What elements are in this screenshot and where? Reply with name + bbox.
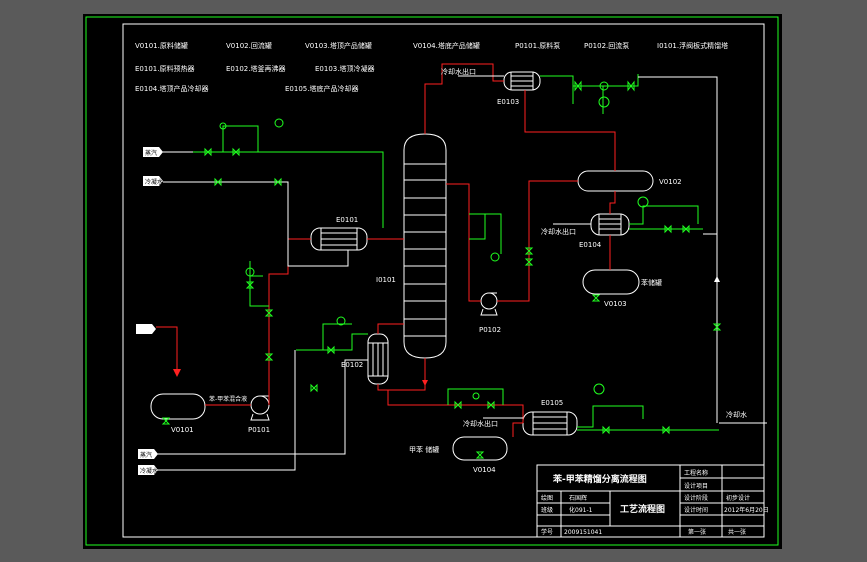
sheet-total: 共一张 bbox=[728, 528, 746, 536]
utility-tags: 蒸汽 冷凝水 蒸汽 冷凝水 bbox=[136, 147, 163, 475]
v0101-tank bbox=[150, 393, 206, 420]
outer-frame bbox=[85, 16, 779, 546]
legend-v0101: V0101.原料储罐 bbox=[135, 41, 188, 50]
legend-v0102: V0102.回流罐 bbox=[226, 41, 272, 50]
equipment-legend: V0101.原料储罐 V0102.回流罐 V0103.塔顶产品储罐 V0104.… bbox=[135, 41, 728, 93]
sheet-no: 第一张 bbox=[688, 528, 706, 536]
cw-up-arrow bbox=[714, 276, 720, 282]
e0105-cooler bbox=[522, 411, 578, 436]
label-p0102: P0102 bbox=[479, 326, 501, 334]
e0104-cooler bbox=[590, 213, 630, 236]
label-date: 设计时间 bbox=[684, 506, 708, 514]
v0102-reflux-drum bbox=[577, 170, 654, 192]
class: 化091-1 bbox=[569, 506, 593, 514]
label-drawn: 绘图 bbox=[541, 494, 553, 502]
label-feed: 苯-甲苯混合液 bbox=[209, 395, 247, 403]
label-v0103: V0103 bbox=[604, 300, 627, 308]
label-e0101: E0101 bbox=[336, 216, 358, 224]
legend-p0101: P0101.原料泵 bbox=[515, 41, 560, 50]
legend-e0102: E0102.塔釜再沸器 bbox=[226, 64, 285, 73]
label-p0101: P0101 bbox=[248, 426, 270, 434]
legend-e0105: E0105.塔底产品冷却器 bbox=[285, 84, 358, 93]
legend-i0101: I0101.浮阀板式精馏塔 bbox=[657, 41, 728, 50]
cond-tag-2-text: 冷凝水 bbox=[140, 467, 158, 475]
date: 2012年6月20日 bbox=[724, 506, 769, 514]
v0104-tank bbox=[452, 436, 508, 461]
steam-tag-2-text: 蒸汽 bbox=[140, 451, 152, 459]
process-flow-diagram: V0101.原料储罐 V0102.回流罐 V0103.塔顶产品储罐 V0104.… bbox=[85, 16, 779, 546]
legend-p0102: P0102.回流泵 bbox=[584, 41, 629, 50]
inner-frame bbox=[122, 23, 765, 538]
column-i0101 bbox=[403, 133, 447, 359]
steam-tag-1-text: 蒸汽 bbox=[145, 149, 157, 157]
drawing-title: 苯-甲苯精馏分离流程图 bbox=[552, 473, 647, 485]
utility-white-lines bbox=[143, 75, 767, 471]
label-v0103-product: 苯储罐 bbox=[641, 278, 662, 287]
label-v0104: V0104 bbox=[473, 466, 496, 474]
utility-lines bbox=[193, 74, 719, 431]
label-e0103: E0103 bbox=[497, 98, 519, 106]
legend-v0104: V0104.塔底产品储罐 bbox=[413, 41, 480, 50]
cw-outlet-1: 冷却水出口 bbox=[441, 67, 476, 76]
drawing-sheet: V0101.原料储罐 V0102.回流罐 V0103.塔顶产品储罐 V0104.… bbox=[83, 14, 782, 549]
cw-inlet: 冷却水 bbox=[726, 410, 747, 419]
label-id: 学号 bbox=[541, 528, 553, 536]
stage: 初步设计 bbox=[726, 494, 750, 502]
student-id: 2009151041 bbox=[564, 529, 602, 536]
label-design: 设计项目 bbox=[684, 482, 708, 490]
legend-v0103: V0103.塔顶产品储罐 bbox=[305, 41, 372, 50]
label-class: 班级 bbox=[541, 506, 553, 514]
label-e0105: E0105 bbox=[541, 399, 563, 407]
cond-tag-1-text: 冷凝水 bbox=[145, 178, 163, 186]
cw-outlet-3: 冷却水出口 bbox=[463, 419, 498, 428]
drawer: 石国辉 bbox=[569, 494, 587, 502]
cw-outlet-2: 冷却水出口 bbox=[541, 227, 576, 236]
sheet-title: 工艺流程图 bbox=[620, 503, 665, 515]
label-stage: 设计阶段 bbox=[684, 494, 708, 502]
e0103-condenser bbox=[503, 71, 541, 91]
feed-inlet-tag bbox=[136, 324, 156, 334]
p0101-pump bbox=[250, 395, 270, 421]
legend-e0103: E0103.塔顶冷凝器 bbox=[315, 64, 374, 73]
label-v0104-product: 甲苯 储罐 bbox=[409, 445, 439, 454]
feed-arrow bbox=[173, 369, 181, 377]
label-e0102: E0102 bbox=[341, 361, 363, 369]
label-v0101: V0101 bbox=[171, 426, 194, 434]
e0102-reboiler bbox=[367, 333, 389, 385]
p0102-pump bbox=[480, 292, 498, 316]
label-i0101: I0101 bbox=[376, 276, 396, 284]
label-e0104: E0104 bbox=[579, 241, 602, 249]
label-project: 工程名称 bbox=[684, 469, 708, 477]
legend-e0104: E0104.塔顶产品冷却器 bbox=[135, 84, 208, 93]
label-v0102: V0102 bbox=[659, 178, 682, 186]
legend-e0101: E0101.原料预热器 bbox=[135, 64, 194, 73]
e0101-preheater bbox=[310, 227, 368, 251]
v0103-tank bbox=[582, 269, 640, 295]
